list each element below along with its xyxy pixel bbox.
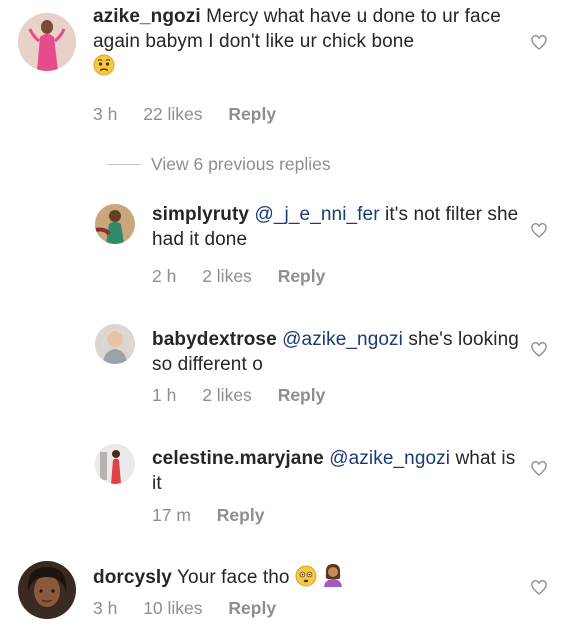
heart-outline-icon[interactable] — [531, 461, 547, 477]
comment-username[interactable]: azike_ngozi — [93, 6, 201, 27]
comment-meta: 2 h 2 likes Reply — [152, 266, 346, 287]
avatar[interactable] — [95, 324, 135, 364]
comment-time: 3 h — [93, 598, 118, 618]
comment-body: Your face tho — [177, 567, 290, 588]
comment-username[interactable]: dorcysly — [93, 567, 172, 588]
avatar[interactable] — [95, 444, 135, 484]
comment-meta: 17 m Reply — [152, 505, 285, 526]
comment-time: 1 h — [152, 385, 177, 405]
comment-username[interactable]: babydextrose — [152, 329, 277, 350]
heart-outline-icon[interactable] — [531, 580, 547, 596]
comment-item: azike_ngozi Mercy what have u done to ur… — [0, 0, 578, 140]
comment-likes[interactable]: 10 likes — [143, 598, 202, 618]
view-previous-replies[interactable]: View 6 previous replies — [107, 154, 407, 176]
comment-item: celestine.maryjane @azike_ngozi what is … — [0, 435, 578, 535]
worried-face-emoji — [93, 54, 115, 83]
comment-text: simplyruty @_j_e_nni_fer it's not filter… — [152, 202, 522, 252]
heart-outline-icon[interactable] — [531, 35, 547, 51]
reply-button[interactable]: Reply — [217, 505, 265, 525]
view-replies-label[interactable]: View 6 previous replies — [151, 154, 331, 175]
comment-time: 3 h — [93, 104, 118, 124]
comment-username[interactable]: simplyruty — [152, 204, 249, 225]
reply-button[interactable]: Reply — [228, 598, 276, 618]
reply-button[interactable]: Reply — [278, 266, 326, 286]
avatar[interactable] — [95, 204, 135, 244]
comment-text: celestine.maryjane @azike_ngozi what is … — [152, 446, 522, 496]
comment-text: azike_ngozi Mercy what have u done to ur… — [93, 4, 513, 83]
comment-time: 2 h — [152, 266, 177, 286]
comment-likes[interactable]: 22 likes — [143, 104, 202, 124]
reply-button[interactable]: Reply — [278, 385, 326, 405]
comment-text: dorcysly Your face tho — [93, 563, 513, 594]
comment-meta: 1 h 2 likes Reply — [152, 385, 346, 406]
heart-outline-icon[interactable] — [531, 342, 547, 358]
comment-username[interactable]: celestine.maryjane — [152, 448, 324, 469]
person-tipping-hand-emoji — [322, 563, 344, 594]
divider-line — [107, 164, 141, 165]
comment-meta: 3 h 22 likes Reply — [93, 104, 297, 125]
reply-button[interactable]: Reply — [228, 104, 276, 124]
comment-meta: 3 h 10 likes Reply — [93, 598, 297, 619]
comment-likes[interactable]: 2 likes — [202, 266, 252, 286]
flushed-face-emoji — [295, 565, 317, 594]
avatar[interactable] — [18, 13, 76, 71]
comment-item: babydextrose @azike_ngozi she's looking … — [0, 315, 578, 415]
comment-item: dorcysly Your face tho 3 h 10 likes Repl… — [0, 555, 578, 640]
comment-mention[interactable]: @_j_e_nni_fer — [254, 204, 379, 225]
comment-item: simplyruty @_j_e_nni_fer it's not filter… — [0, 195, 578, 295]
comment-time: 17 m — [152, 505, 191, 525]
comment-mention[interactable]: @azike_ngozi — [282, 329, 403, 350]
comment-likes[interactable]: 2 likes — [202, 385, 252, 405]
avatar[interactable] — [18, 561, 76, 619]
comment-mention[interactable]: @azike_ngozi — [329, 448, 450, 469]
comment-text: babydextrose @azike_ngozi she's looking … — [152, 327, 522, 377]
heart-outline-icon[interactable] — [531, 223, 547, 239]
